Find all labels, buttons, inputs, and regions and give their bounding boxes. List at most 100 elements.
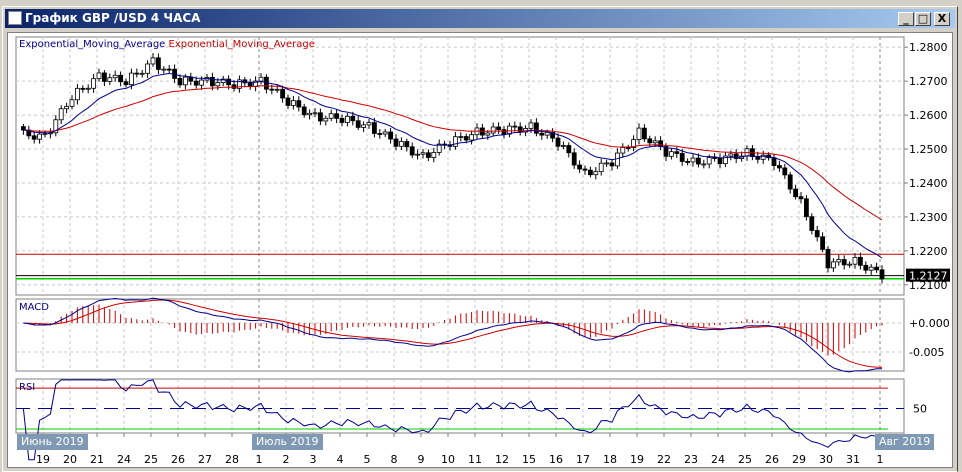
candle-body: [782, 167, 788, 176]
candle-body: [409, 146, 415, 156]
candle-body: [398, 141, 404, 147]
price-chart[interactable]: 19 20 21 24 25 26 27 28 1 2 3 4 5 8 9 10 11 12 15 16 17 18 19 2…: [8, 33, 954, 469]
title-bar: График GBP /USD 4 ЧАСА _ □ X: [5, 9, 955, 28]
candle-body: [814, 230, 820, 238]
candle-body: [107, 77, 113, 82]
candle-body: [517, 126, 523, 133]
candle-body: [393, 138, 399, 147]
candle-body: [323, 117, 329, 122]
candle-body: [566, 145, 572, 154]
y-label: 1.2200: [909, 245, 948, 258]
chart-window: График GBP /USD 4 ЧАСА _ □ X 19 20 21 24 25 2…: [2, 6, 958, 472]
candle-body: [404, 141, 410, 148]
candle-body: [561, 145, 566, 147]
candle-body: [858, 256, 863, 266]
candle-body: [685, 161, 690, 163]
candle-body: [134, 72, 140, 75]
ema-slow-line: [23, 85, 883, 221]
candle-body: [706, 157, 712, 165]
candle-body: [155, 57, 161, 70]
macd-y-label: +0.000: [909, 317, 950, 330]
candle-body: [777, 165, 782, 169]
window-title: График GBP /USD 4 ЧАСА: [25, 11, 201, 25]
x-label: 25: [144, 453, 158, 466]
macd-line: [23, 297, 882, 373]
y-label: 1.2500: [909, 143, 948, 156]
macd-signal-line: [23, 299, 883, 368]
rsi-label: RSI: [19, 382, 35, 393]
candle-body: [501, 129, 507, 135]
candle-body: [344, 115, 350, 123]
candle-body: [112, 74, 118, 79]
chart-area[interactable]: 19 20 21 24 25 26 27 28 1 2 3 4 5 8 9 10 11 12 15 16 17 18 19 2…: [7, 32, 953, 468]
candle-body: [620, 147, 626, 154]
candle-body: [139, 72, 145, 75]
candle-body: [317, 112, 323, 122]
y-label: 1.2600: [909, 109, 948, 122]
x-label: 21: [90, 453, 104, 466]
candle-body: [80, 87, 86, 90]
x-label: 29: [792, 453, 806, 466]
candle-body: [847, 263, 852, 266]
x-label: 5: [364, 453, 371, 466]
x-label: 10: [441, 453, 455, 466]
candle-body: [280, 88, 286, 99]
candle-body: [64, 105, 69, 110]
candle-body: [701, 163, 707, 166]
candle-body: [674, 151, 680, 154]
candle-body: [852, 256, 858, 265]
candle-body: [182, 76, 188, 86]
candle-body: [307, 112, 313, 116]
candle-body: [577, 164, 582, 170]
candle-body: [290, 100, 296, 106]
candle-body: [334, 113, 340, 119]
x-label: 22: [657, 453, 671, 466]
x-label: 27: [198, 453, 212, 466]
candle-body: [512, 125, 518, 128]
candle-body: [269, 88, 275, 91]
candle-body: [350, 115, 356, 122]
candle-body: [534, 122, 539, 134]
close-button[interactable]: X: [934, 12, 950, 26]
minimize-button[interactable]: _: [898, 12, 914, 26]
x-label: 18: [603, 453, 617, 466]
candle-body: [199, 79, 205, 86]
candle-body: [841, 259, 847, 266]
candle-body: [874, 266, 879, 271]
candle-body: [150, 57, 156, 65]
x-label: 26: [765, 453, 779, 466]
candle-body: [415, 153, 421, 156]
candle-body: [96, 72, 102, 80]
candle-body: [825, 249, 831, 269]
candle-body: [820, 236, 825, 250]
candle-body: [831, 261, 836, 269]
x-label: 17: [576, 453, 590, 466]
candle-body: [717, 157, 723, 165]
candle-body: [231, 84, 237, 89]
candle-body: [355, 120, 361, 128]
y-label: 1.2700: [909, 75, 948, 88]
legend-ema-slow: Exponential_Moving_Average: [168, 39, 315, 50]
y-label: 1.2800: [909, 41, 948, 54]
candle-body: [598, 162, 604, 173]
candle-body: [431, 152, 437, 158]
candle-body: [37, 133, 43, 140]
candle-body: [58, 108, 64, 121]
candle-body: [75, 87, 80, 101]
candle-body: [804, 198, 809, 218]
x-label: 2: [283, 453, 290, 466]
candle-body: [496, 126, 502, 131]
candle-body: [798, 196, 804, 200]
candle-body: [377, 133, 383, 135]
candle-body: [123, 81, 129, 86]
candle-body: [366, 122, 372, 126]
maximize-button[interactable]: □: [915, 12, 931, 26]
candle-body: [258, 76, 264, 82]
candle-body: [879, 269, 885, 280]
candle-body: [652, 140, 658, 144]
candle-body: [85, 87, 91, 90]
x-label: 30: [819, 453, 833, 466]
candle-body: [571, 152, 577, 166]
candle-body: [20, 126, 26, 131]
candle-body: [787, 174, 793, 190]
